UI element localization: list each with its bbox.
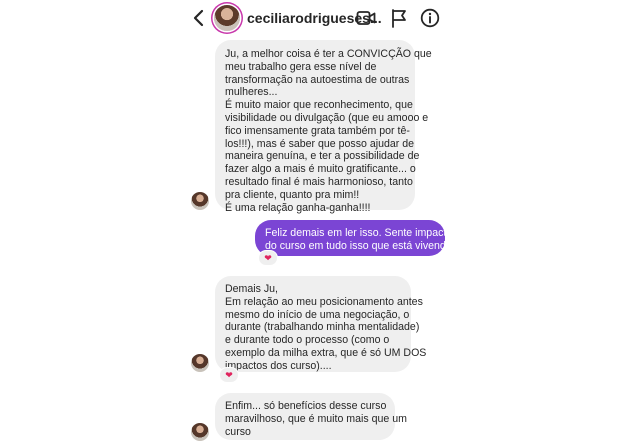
message-line: É uma relação ganha-ganha!!!! <box>225 201 371 214</box>
message-bubble-incoming[interactable]: Ju, a melhor coisa é ter a CONVICÇÃO que… <box>215 40 432 214</box>
message-line: durante (trabalhando minha mentalidade) <box>225 321 420 334</box>
chevron-left-icon[interactable] <box>191 9 207 27</box>
message-bubble-incoming[interactable]: Enfim... só benefícios desse curso marav… <box>215 393 407 440</box>
message-line: los!!!), mas é saber que posso ajudar de <box>225 137 415 150</box>
message-line: curso <box>225 425 251 438</box>
message-line: Enfim... só benefícios desse curso <box>225 400 387 412</box>
message-line: É muito maior que reconhecimento, que <box>225 99 413 112</box>
message-line: fazer algo a mais é muito gratificante..… <box>225 163 416 176</box>
chat-header: ceciliarodrigueses... <box>0 0 630 36</box>
message-line: mesmo do início de uma negociação, o <box>225 308 410 321</box>
sender-avatar[interactable] <box>191 354 209 372</box>
flag-icon[interactable] <box>389 8 409 28</box>
message-line: impactos dos curso).... <box>225 359 332 372</box>
message-line: Em relação ao meu posicionamento antes <box>225 295 423 308</box>
message-line: visibilidade ou divulgação (que eu amooo… <box>225 111 429 124</box>
message-line: maneira genuína, e ter a possibilidade d… <box>225 150 420 163</box>
message-line: Ju, a melhor coisa é ter a CONVICÇÃO que <box>225 48 432 60</box>
heart-reaction[interactable]: ❤ <box>258 250 278 266</box>
video-camera-icon[interactable] <box>356 8 376 28</box>
message-line: exemplo da milha extra, que é só UM DOS <box>225 346 427 359</box>
header-avatar[interactable] <box>214 5 240 31</box>
message-line: resultado final é mais harmonioso, tanto <box>225 175 413 188</box>
sender-avatar[interactable] <box>191 192 209 210</box>
heart-reaction[interactable]: ❤ <box>219 367 239 383</box>
message-line: mulheres... <box>225 86 278 99</box>
message-line: Demais Ju, <box>225 283 278 295</box>
message-bubble-outgoing[interactable]: Feliz demais em ler isso. Sente impactos… <box>255 220 458 256</box>
message-line: fico imensamente grata também por tê- <box>225 124 410 137</box>
message-line: Feliz demais em ler isso. Sente impactos <box>265 227 458 239</box>
message-bubble-incoming[interactable]: Demais Ju, Em relação ao meu posicioname… <box>215 276 427 372</box>
message-line: do curso em tudo isso que está vivendo? <box>265 239 458 252</box>
message-line: e durante todo o processo (como o <box>225 334 390 347</box>
message-line: meu trabalho gera esse nível de <box>225 60 377 73</box>
message-line: pra cliente, quanto pra mim!! <box>225 188 360 201</box>
sender-avatar[interactable] <box>191 423 209 441</box>
message-line: transformação na autoestima de outras <box>225 73 410 86</box>
message-line: maravilhoso, que é muito mais que um <box>225 412 407 425</box>
info-icon[interactable] <box>420 8 440 28</box>
